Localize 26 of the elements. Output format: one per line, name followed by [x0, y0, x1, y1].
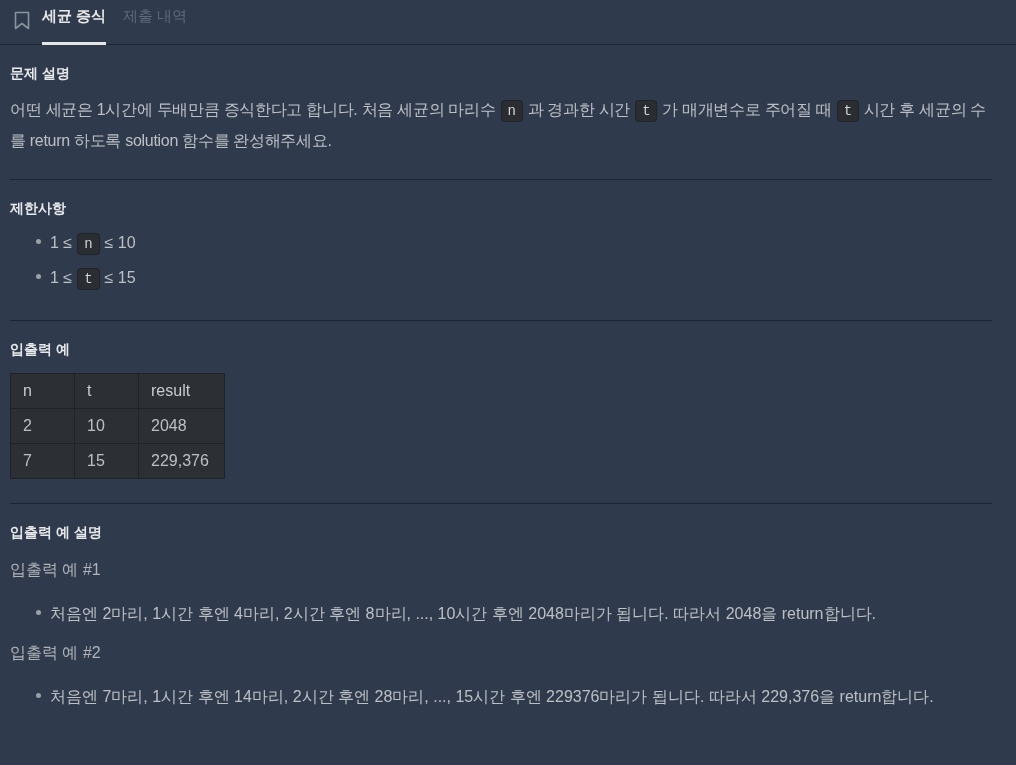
section-heading: 제한사항 — [10, 199, 66, 218]
table-header-cell: n — [10, 373, 75, 409]
section-heading: 입출력 예 — [10, 340, 70, 359]
table-cell: 7 — [10, 443, 75, 479]
list-item-text: 1 ≤ t ≤ 15 — [50, 261, 136, 296]
section-heading: 입출력 예 설명 — [10, 523, 102, 542]
example-subheading: 입출력 예 #2 — [10, 643, 101, 663]
bookmark-icon[interactable] — [14, 10, 30, 30]
table-header-cell: result — [138, 373, 225, 409]
list-item-text: 처음엔 2마리, 1시간 후엔 4마리, 2시간 후엔 8마리, ..., 10시간 후엔 2048마리가 됩니다. 따라서 2048을 return합니다. — [50, 604, 876, 624]
example-subheading: 입출력 예 #1 — [10, 560, 101, 580]
section-heading: 문제 설명 — [10, 64, 70, 83]
table-cell: 2048 — [138, 408, 225, 444]
bullet-icon — [36, 693, 41, 698]
table-cell: 229,376 — [138, 443, 225, 479]
bullet-icon — [36, 610, 41, 615]
tab[interactable]: 세균 증식 — [42, 0, 107, 45]
bullet-icon — [36, 239, 41, 244]
bullet-icon — [36, 274, 41, 279]
table-header-cell: t — [74, 373, 139, 409]
description-paragraph: 어떤 세균은 1시간에 두배만큼 증식한다고 합니다. 처음 세균의 마리수 n 과 경과한 시간 t 가 매개변수로 주어질 때 t 시간 후 세균의 수를 return 하도록 solution 함수를 완성해주세요. — [10, 99, 988, 151]
table-cell: 2 — [10, 408, 75, 444]
list-item-text: 처음엔 7마리, 1시간 후엔 14마리, 2시간 후엔 28마리, ..., 15시간 후엔 229376마리가 됩니다. 따라서 229,376을 return합니다. — [50, 687, 934, 707]
table-cell: 10 — [74, 408, 139, 444]
table-cell: 15 — [74, 443, 139, 479]
list-item-text: 1 ≤ n ≤ 10 — [50, 226, 136, 261]
